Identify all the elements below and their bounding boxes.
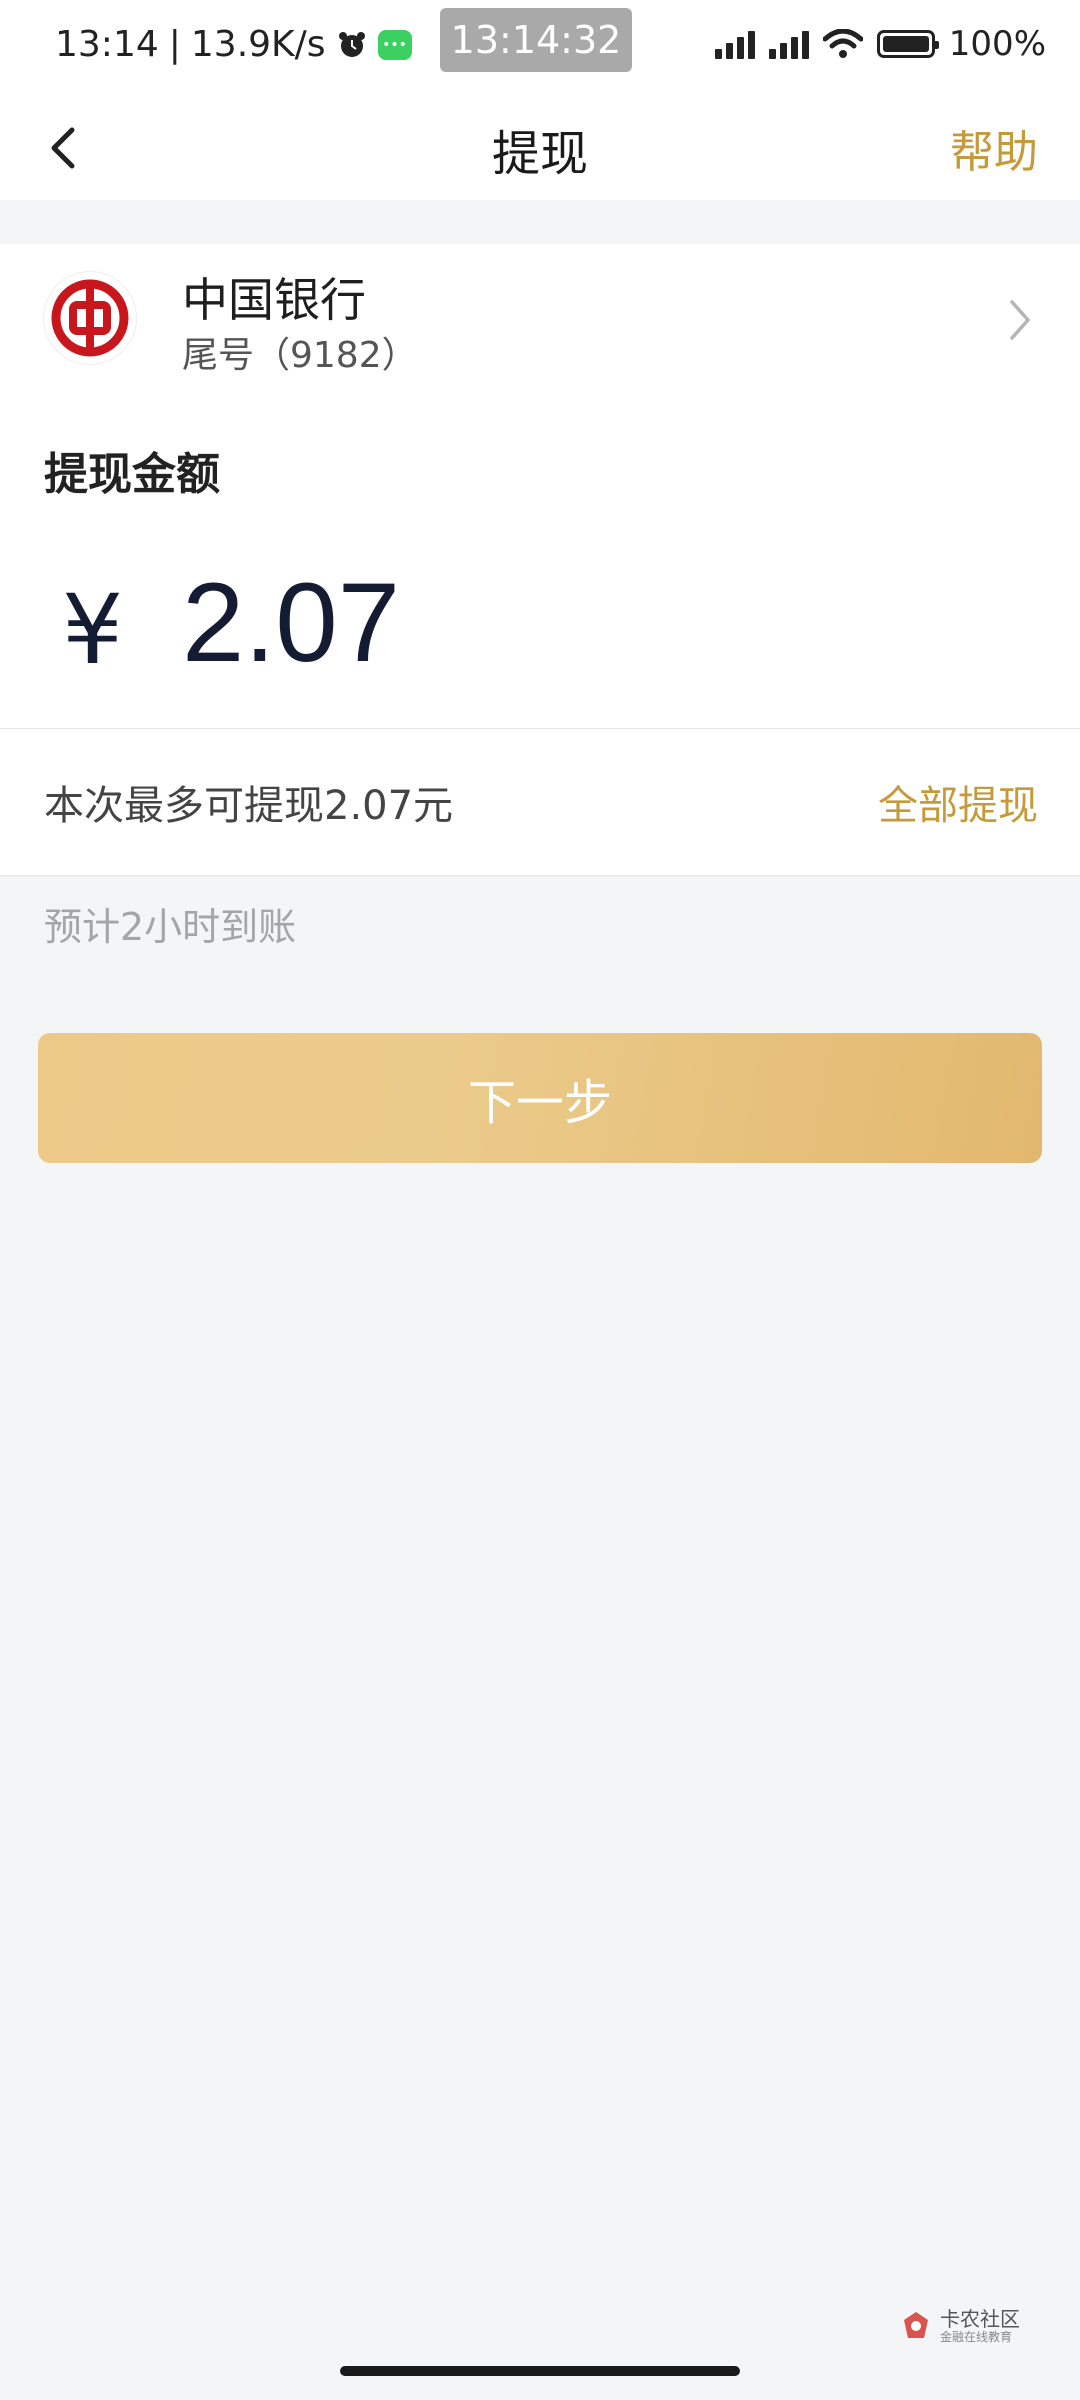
signal-icon xyxy=(768,29,809,59)
max-withdraw-text: 本次最多可提现2.07元 xyxy=(44,783,454,829)
watermark: 卡农社区 金融在线教育 xyxy=(898,2308,1020,2344)
status-right: 100% xyxy=(714,24,1046,64)
card-tail-number: 尾号（9182） xyxy=(182,335,418,376)
bank-of-china-logo xyxy=(44,272,136,364)
watermark-sub: 金融在线教育 xyxy=(940,2330,1013,2344)
battery-percent: 100% xyxy=(948,24,1046,64)
status-bar: 13:14 | 13.9K/s ••• 13:14:32 100% xyxy=(0,0,1080,96)
amount-label: 提现金额 xyxy=(44,449,220,500)
arrival-estimate: 预计2小时到账 xyxy=(44,905,297,949)
battery-icon xyxy=(876,30,939,58)
message-icon: ••• xyxy=(377,29,412,60)
amount-section: 提现金额 ¥ 2.07 xyxy=(0,396,1080,729)
help-link[interactable]: 帮助 xyxy=(950,116,1038,180)
chevron-right-icon xyxy=(1010,300,1030,340)
status-separator: | xyxy=(168,24,181,65)
kanong-logo-icon xyxy=(904,2312,928,2338)
watermark-main: 卡农社区 xyxy=(940,2307,1020,2331)
status-time: 13:14 xyxy=(55,24,159,65)
page-title: 提现 xyxy=(491,126,588,182)
watermark-text: 卡农社区 金融在线教育 xyxy=(940,2308,1020,2344)
withdraw-all-link[interactable]: 全部提现 xyxy=(878,773,1038,831)
amount-input[interactable]: 2.07 xyxy=(182,558,400,687)
currency-symbol: ¥ xyxy=(62,574,124,686)
max-withdraw-row: 本次最多可提现2.07元 全部提现 xyxy=(0,729,1080,876)
alarm-icon xyxy=(338,31,365,57)
home-indicator[interactable] xyxy=(340,2366,740,2376)
bank-name: 中国银行 xyxy=(182,273,366,327)
network-speed: 13.9K/s xyxy=(190,24,326,65)
status-left: 13:14 | 13.9K/s ••• xyxy=(55,24,412,65)
status-center-clock: 13:14:32 xyxy=(440,8,632,72)
next-button[interactable]: 下一步 xyxy=(38,1033,1042,1163)
bank-card-selector[interactable]: 中国银行 尾号（9182） xyxy=(0,244,1080,397)
wifi-icon xyxy=(822,29,863,58)
nav-bar: 提现 帮助 xyxy=(0,96,1080,200)
signal-icon xyxy=(714,29,755,59)
